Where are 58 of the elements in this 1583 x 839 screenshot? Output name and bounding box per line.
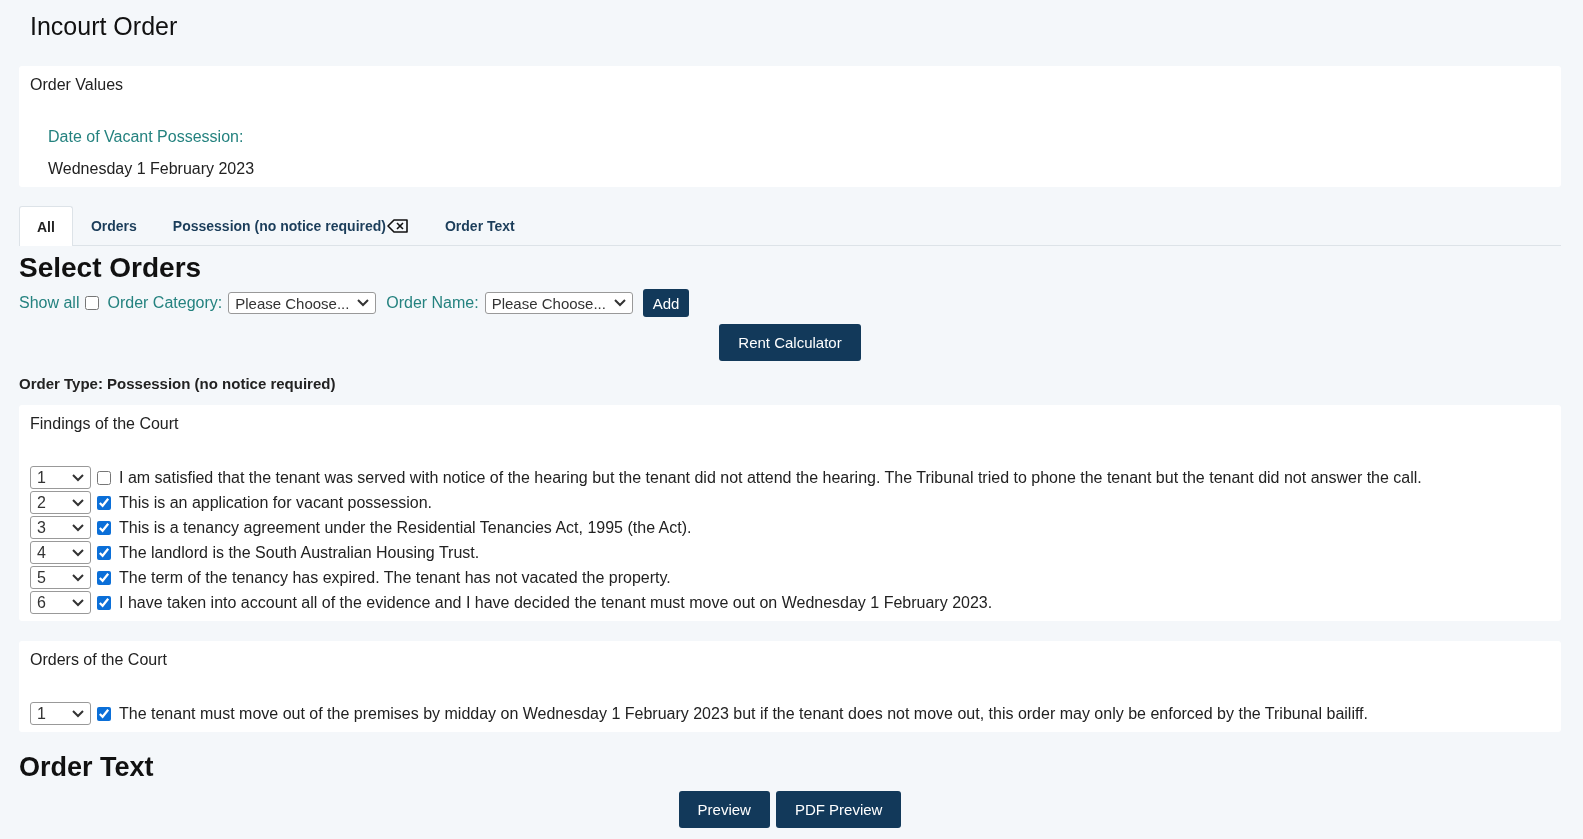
number-select[interactable]: 5 <box>30 566 91 589</box>
item-checkbox[interactable] <box>97 595 111 610</box>
field-value: Wednesday 1 February 2023 <box>48 160 256 178</box>
order-item-text: I have taken into account all of the evidence and I have decided the tenant must move out on Wednesday 1 February 2023. <box>119 593 993 612</box>
tab-label: Orders <box>90 218 137 234</box>
order-item-text: I am satisfied that the tenant was served with notice of the hearing but the tenant did not attend the hearing. The Tribunal tried to phone the tenant but the tenant did not answer the call. <box>119 468 1422 487</box>
close-icon[interactable] <box>386 219 409 233</box>
chevron-down-icon <box>72 548 84 557</box>
tab[interactable]: Orders <box>72 206 155 245</box>
preview-button[interactable]: Preview <box>678 791 770 828</box>
tab[interactable]: Order Text <box>426 206 533 245</box>
number-select[interactable]: 1 <box>30 702 91 725</box>
order-item-text: The tenant must move out of the premises by midday on Wednesday 1 February 2023 but if the tenant does not move out, this order may only be enforced by the Tribunal bailiff. <box>119 704 1368 723</box>
tab[interactable]: Possession (no notice required) <box>154 206 427 245</box>
order-type-heading: Order Type: Possession (no notice required) <box>19 375 337 392</box>
tab[interactable]: All <box>19 206 73 246</box>
tab-label: All <box>37 218 55 235</box>
item-checkbox[interactable] <box>97 520 111 535</box>
chevron-down-icon <box>72 473 84 482</box>
number-select[interactable]: 3 <box>30 516 91 539</box>
chevron-down-icon <box>357 299 370 307</box>
chevron-down-icon <box>72 523 84 532</box>
order-item-text: This is an application for vacant possession. <box>119 493 433 512</box>
number-select[interactable]: 2 <box>30 491 91 514</box>
show-all-checkbox[interactable] <box>85 296 100 310</box>
chevron-down-icon <box>613 299 626 307</box>
order-name-select[interactable]: Please Choose... <box>484 292 633 314</box>
order-item-text: The landlord is the South Australian Housing Trust. <box>119 543 480 562</box>
add-button[interactable]: Add <box>642 289 690 317</box>
chevron-down-icon <box>72 598 84 607</box>
page-title: Incourt Order <box>29 11 179 42</box>
chevron-down-icon <box>72 573 84 582</box>
number-select[interactable]: 1 <box>30 466 91 489</box>
order-category-select[interactable]: Please Choose... <box>228 292 377 314</box>
preview-button[interactable]: PDF Preview <box>775 791 902 828</box>
section-heading: Order Text <box>19 752 155 783</box>
item-checkbox[interactable] <box>97 545 111 560</box>
item-checkbox[interactable] <box>97 706 111 721</box>
number-select[interactable]: 6 <box>30 591 91 614</box>
tab-label: Possession (no notice required) <box>172 218 386 234</box>
item-checkbox[interactable] <box>97 470 111 485</box>
number-select[interactable]: 4 <box>30 541 91 564</box>
order-category-label: Order Category: <box>107 294 223 312</box>
show-all-label: Show all <box>19 294 80 312</box>
rent-calculator-button[interactable]: Rent Calculator <box>719 324 861 361</box>
item-checkbox[interactable] <box>97 570 111 585</box>
chevron-down-icon <box>72 709 84 718</box>
order-name-label: Order Name: <box>386 294 479 312</box>
item-checkbox[interactable] <box>97 495 111 510</box>
order-item-text: This is a tenancy agreement under the Residential Tenancies Act, 1995 (the Act). <box>119 518 692 537</box>
card-heading: Orders of the Court <box>30 651 168 670</box>
card-heading: Findings of the Court <box>30 415 180 434</box>
section-heading: Select Orders <box>19 252 203 284</box>
field-label: Date of Vacant Possession: <box>48 128 245 146</box>
card-heading: Order Values <box>30 76 125 95</box>
order-item-text: The term of the tenancy has expired. The tenant has not vacated the property. <box>119 568 671 587</box>
chevron-down-icon <box>72 498 84 507</box>
tab-label: Order Text <box>444 218 515 234</box>
